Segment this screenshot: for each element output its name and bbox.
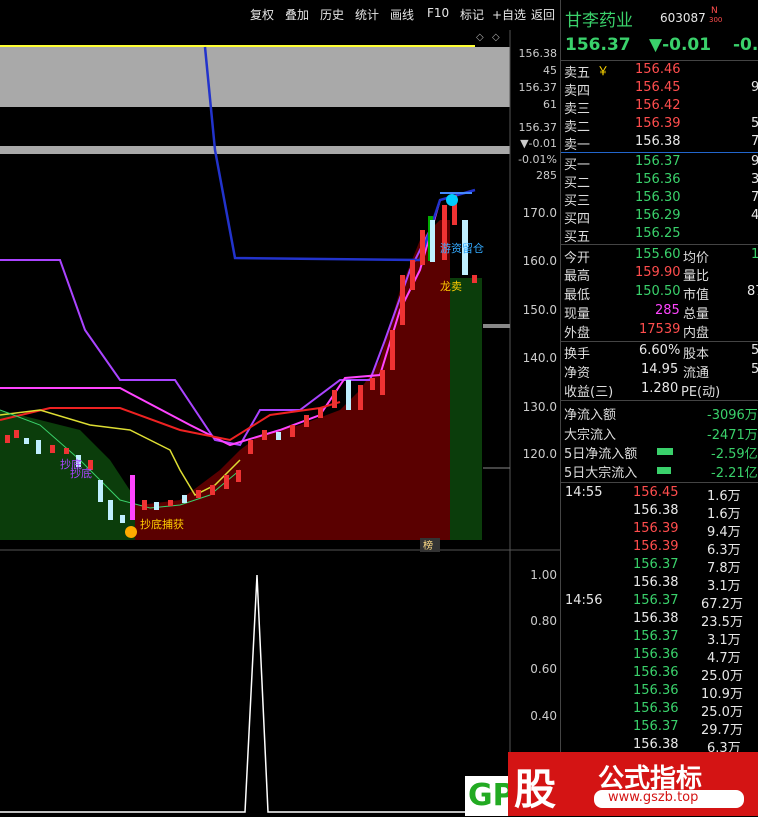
green-area-right	[450, 278, 482, 540]
add-watchlist-button[interactable]: +自选	[492, 6, 526, 23]
diamond-icon[interactable]: ◇	[476, 32, 484, 43]
tick-row: 156.38 1.6万	[633, 503, 741, 522]
stock-name: 甘李药业	[565, 11, 633, 31]
bid-row[interactable]: 买四 156.29 4	[561, 208, 758, 227]
mark-button[interactable]: 标记	[460, 6, 484, 23]
top-label: 游资留仓	[440, 241, 484, 255]
bottom-label: 抄底捕获	[140, 517, 184, 531]
toolbar: 复权 叠加 历史 统计 画线 F10 标记 +自选 返回	[0, 0, 560, 30]
fund-row: 净资 14.95 流通 5	[564, 362, 758, 381]
tick-row: 156.38 3.1万	[633, 575, 741, 594]
flow-row: 净流入额 -3096万	[564, 408, 758, 423]
price-axis-label: 160.0	[522, 254, 557, 268]
bid-row[interactable]: 买五 156.25	[561, 226, 758, 245]
price-change: ▼-0.01	[649, 35, 712, 55]
indicator-axis-label: 0.60	[530, 662, 557, 676]
price-marker	[483, 324, 510, 328]
tick-row: 156.37 3.1万	[633, 629, 741, 648]
mini-axis-label: 156.37	[518, 81, 558, 94]
mini-axis-label: 61	[543, 98, 557, 111]
bid-row[interactable]: 买二 156.36 3	[561, 172, 758, 191]
buy-signal-label-2: 抄底	[70, 466, 92, 480]
tick-row: 14:55 156.45 1.6万	[565, 485, 741, 504]
flow-row: 5日净流入额 -2.59亿	[564, 447, 758, 462]
tick-row: 156.36 10.9万	[633, 683, 743, 702]
stock-badge-bottom: 300	[709, 16, 723, 24]
overlay-band	[0, 47, 510, 107]
quote-panel: 甘李药业 603087 N 300 156.37 ▼-0.01 -0.0 卖五 …	[560, 0, 758, 816]
mini-axis-label: 156.38	[518, 47, 558, 60]
ask-row[interactable]: 卖三 156.42	[561, 98, 758, 117]
tick-row: 156.39 9.4万	[633, 521, 741, 540]
fuquan-button[interactable]: 复权	[250, 6, 274, 23]
flow-row: 大宗流入 -2471万	[564, 428, 758, 443]
watermark-char: 股	[514, 765, 557, 814]
mini-axis-label: 156.37	[518, 121, 558, 134]
price-axis-label: 150.0	[522, 303, 557, 317]
bid-row[interactable]: 买三 156.30 7	[561, 190, 758, 209]
tick-row: 156.38 23.5万	[633, 611, 743, 630]
quote-row: 现量 285 总量	[564, 303, 710, 322]
tick-row: 156.36 25.0万	[633, 665, 743, 684]
tick-row: 156.37 29.7万	[633, 719, 743, 738]
tick-row: 156.36 25.0万	[633, 701, 743, 720]
quote-row: 最高 159.90 量比	[564, 265, 710, 284]
indicator-spike-line	[0, 574, 510, 813]
bottom-signal-icon[interactable]	[125, 526, 137, 538]
price-axis-label: 140.0	[522, 351, 557, 365]
watermark-left-box: GP	[465, 776, 515, 816]
price-axis-label: 170.0	[522, 206, 557, 220]
fund-row: 换手 6.60% 股本 5	[564, 343, 758, 362]
top-signal-icon[interactable]	[446, 194, 458, 206]
history-button[interactable]: 历史	[320, 6, 344, 23]
indicator-axis-label: 0.40	[530, 709, 557, 723]
rank-tag-label: 榜	[423, 539, 433, 552]
price-axis-label: 130.0	[522, 400, 557, 414]
tick-row: 14:56 156.37 67.2万	[565, 593, 743, 612]
overlay-strip	[0, 146, 510, 154]
overlay-button[interactable]: 叠加	[285, 6, 309, 23]
stock-code: 603087	[660, 11, 706, 25]
stock-badge-top: N	[711, 6, 718, 16]
ask-row[interactable]: 卖一 156.38 7	[561, 134, 758, 153]
price-change-pct: -0.0	[733, 35, 758, 55]
draw-button[interactable]: 画线	[390, 6, 414, 23]
quote-row: 外盘 17539 内盘	[564, 322, 710, 341]
flow-row: 5日大宗流入 -2.21亿	[564, 466, 758, 481]
fund-row: 收益(三) 1.280 PE(动)	[564, 381, 721, 400]
tick-row: 156.36 4.7万	[633, 647, 741, 666]
ask-row[interactable]: 卖二 156.39 5	[561, 116, 758, 135]
mini-axis-label: ▼-0.01	[520, 137, 557, 150]
mini-axis-label: -0.01%	[518, 153, 557, 166]
price-axis-label: 120.0	[522, 447, 557, 461]
current-price: 156.37	[565, 35, 631, 55]
f10-button[interactable]: F10	[427, 6, 449, 20]
mini-axis-label: 285	[536, 169, 557, 182]
kline-chart[interactable]: ◇ ◇ 游资留仓 龙卖 抄底 抄底 抄底捕获 榜	[0, 30, 560, 816]
indicator-axis-label: 0.80	[530, 614, 557, 628]
indicator-axis-label: 1.00	[530, 568, 557, 582]
bid-row[interactable]: 买一 156.37 9	[561, 154, 758, 173]
stats-button[interactable]: 统计	[355, 6, 379, 23]
tick-row: 156.37 7.8万	[633, 557, 741, 576]
quote-row: 最低150.50 市值87	[564, 284, 758, 303]
back-button[interactable]: 返回	[531, 6, 555, 23]
mini-axis-label: 45	[543, 64, 557, 77]
watermark-url: www.gszb.top	[608, 790, 699, 805]
ask-row[interactable]: 卖四 156.45 9	[561, 80, 758, 99]
ask-row[interactable]: 卖五 ￥ 156.46	[561, 62, 758, 81]
quote-row: 今开 155.60 均价 1	[564, 247, 758, 266]
watermark-logo: 股 公式指标 www.gszb.top	[508, 752, 758, 816]
expand-icon[interactable]: ◇	[492, 32, 500, 43]
sell-label: 龙卖	[440, 280, 462, 293]
tick-row: 156.39 6.3万	[633, 539, 741, 558]
green-area-left	[0, 410, 135, 540]
